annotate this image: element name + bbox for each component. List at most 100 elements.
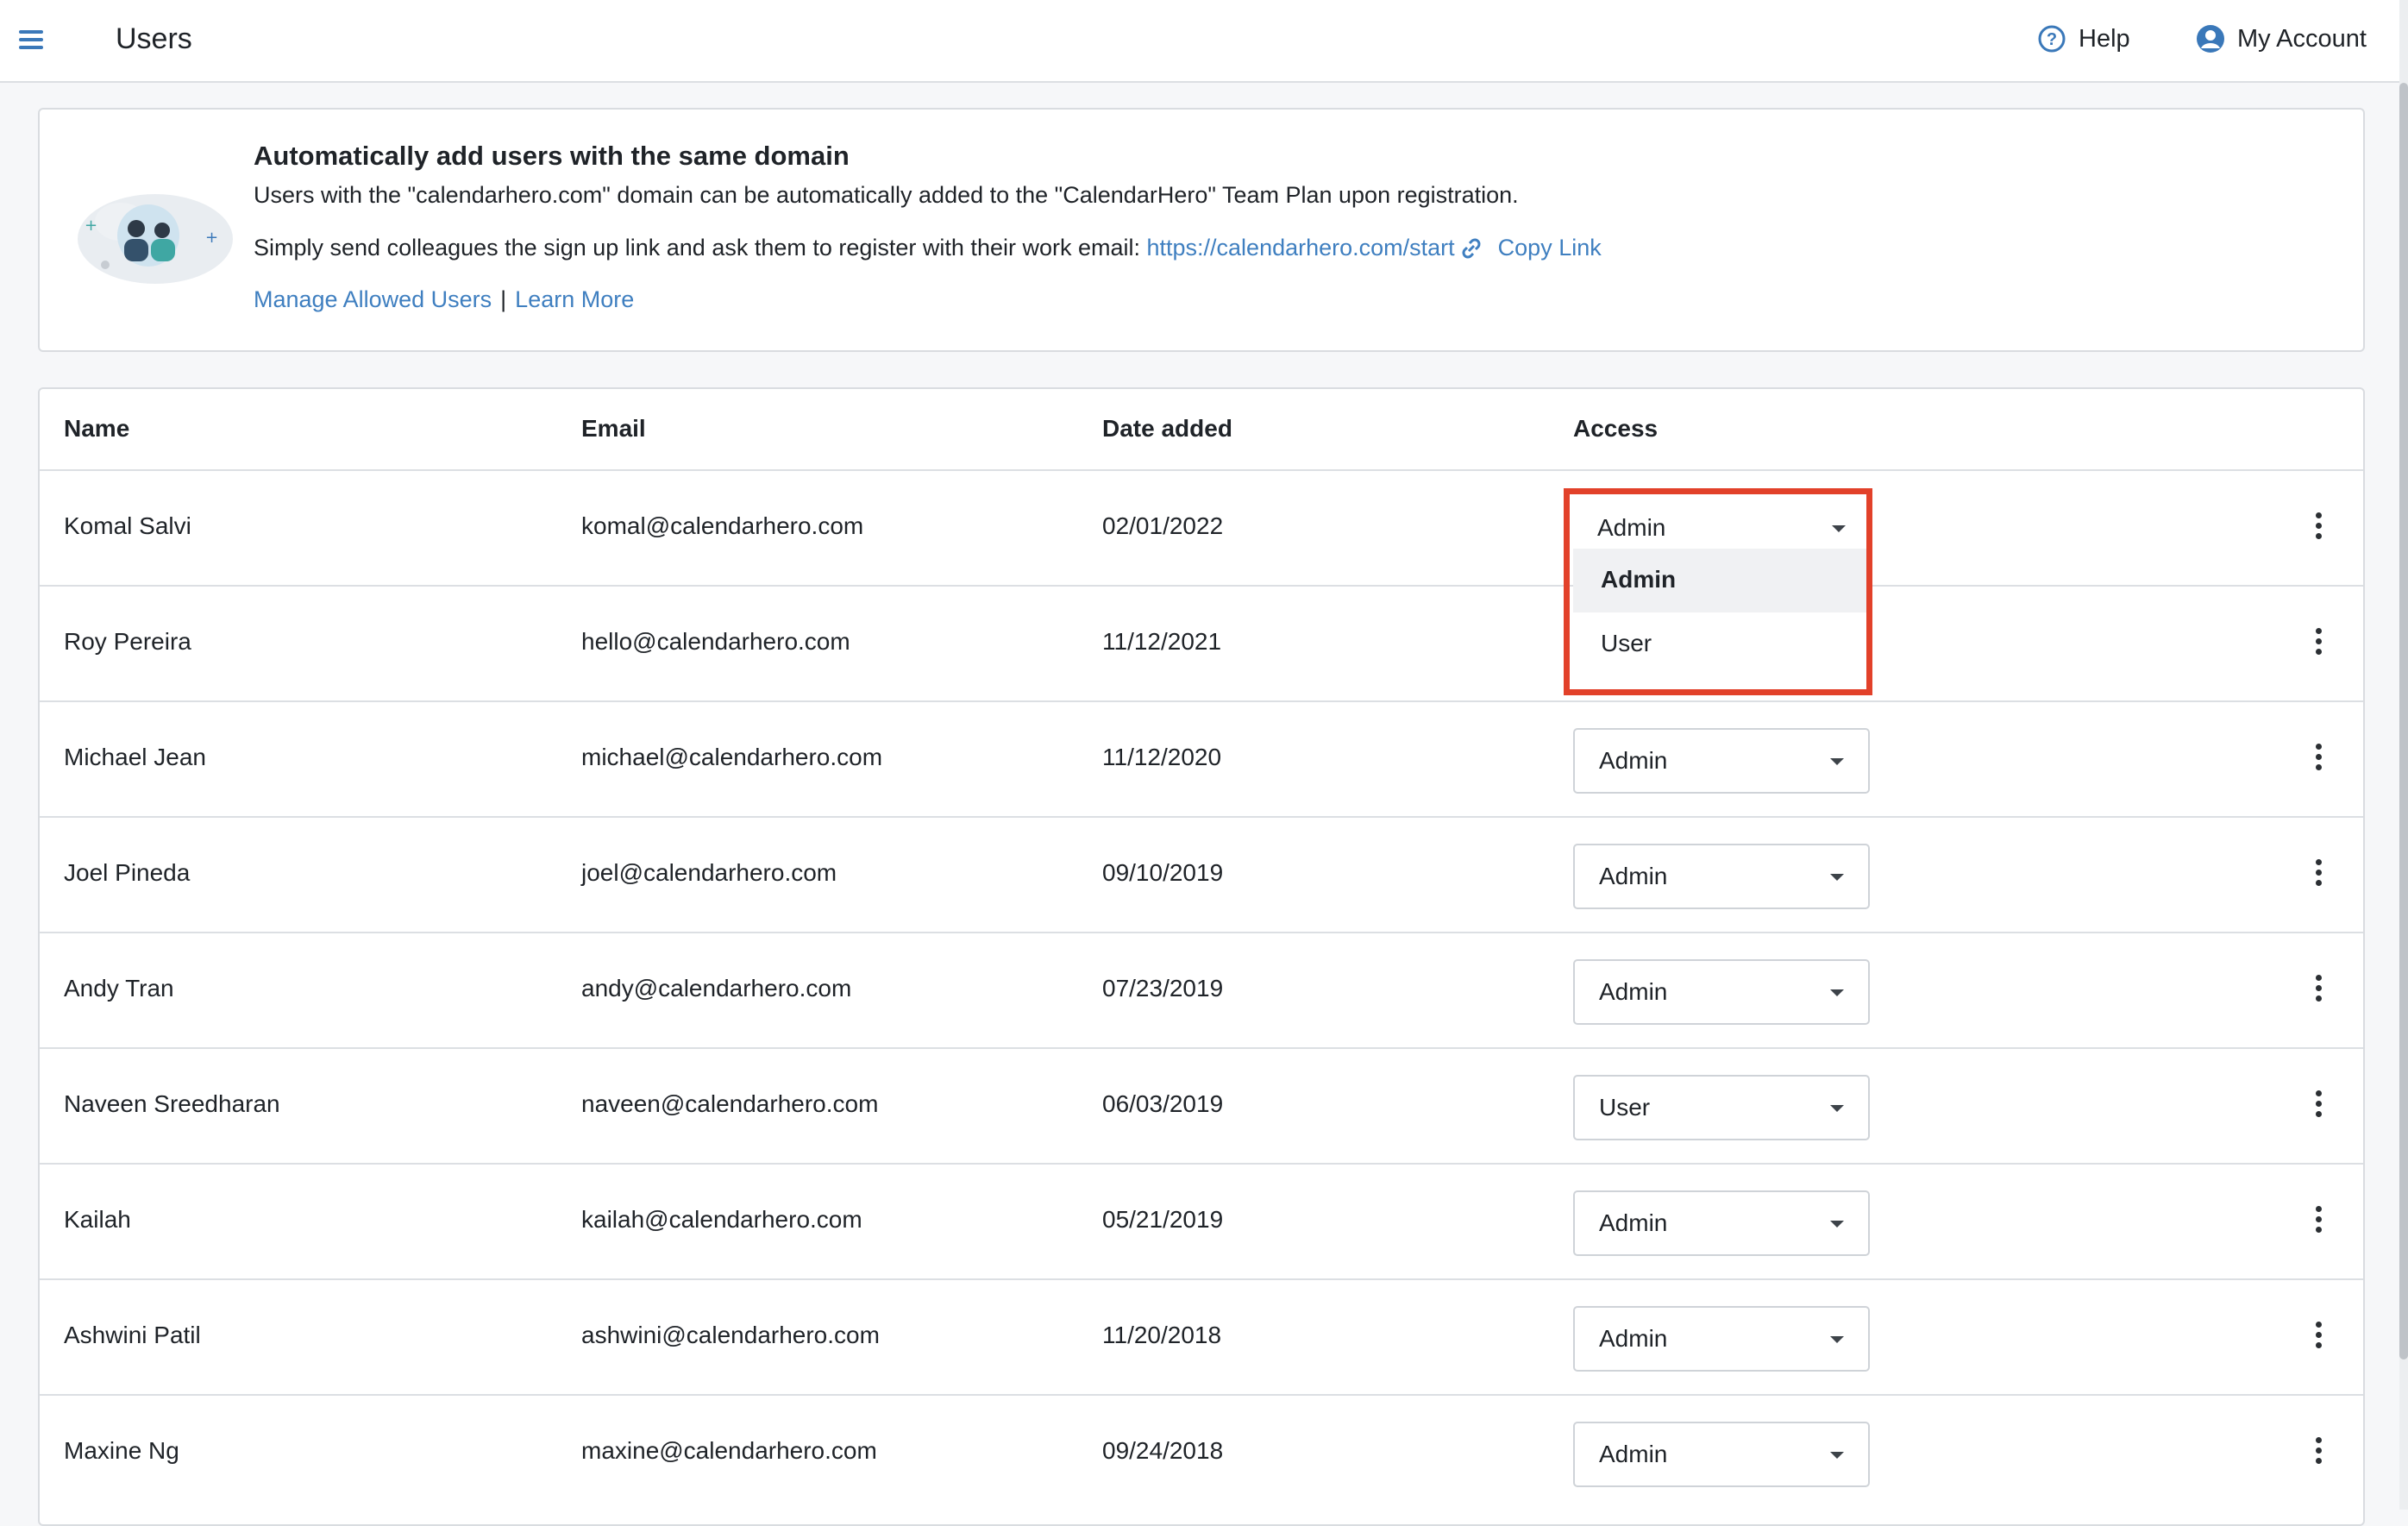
table-row: Joel Pineda joel@calendarhero.com 09/10/…: [40, 818, 2363, 933]
banner-title: Automatically add users with the same do…: [254, 141, 850, 171]
table-row: Roy Pereira hello@calendarhero.com 11/12…: [40, 587, 2363, 702]
table-row: Ashwini Patil ashwini@calendarhero.com 1…: [40, 1280, 2363, 1396]
user-email: komal@calendarhero.com: [581, 512, 864, 539]
user-email: hello@calendarhero.com: [581, 628, 850, 655]
help-label: Help: [2079, 24, 2130, 53]
hamburger-icon[interactable]: [19, 26, 52, 57]
user-name: Michael Jean: [64, 744, 206, 770]
banner-signup-instructions: Simply send colleagues the sign up link …: [254, 235, 1602, 261]
user-date-added: 07/23/2019: [1102, 975, 1224, 1002]
user-email: joel@calendarhero.com: [581, 859, 837, 886]
link-separator: |: [500, 286, 507, 312]
signup-url-link[interactable]: https://calendarhero.com/start: [1147, 235, 1455, 261]
user-date-added: 09/24/2018: [1102, 1437, 1224, 1464]
user-email: maxine@calendarhero.com: [581, 1437, 877, 1464]
learn-more-link[interactable]: Learn More: [515, 286, 634, 313]
chevron-down-icon: [1830, 1452, 1844, 1459]
more-options-icon[interactable]: [2308, 1090, 2329, 1125]
user-email: andy@calendarhero.com: [581, 975, 852, 1002]
table-row: Michael Jean michael@calendarhero.com 11…: [40, 702, 2363, 818]
svg-text:?: ?: [2047, 30, 2057, 49]
svg-text:+: +: [205, 229, 218, 247]
more-options-icon[interactable]: [2308, 512, 2329, 547]
my-account-button[interactable]: My Account: [2196, 24, 2367, 53]
my-account-label: My Account: [2237, 24, 2367, 53]
user-circle-icon: [2197, 25, 2224, 53]
column-header-email: Email: [581, 415, 646, 442]
scrollbar-thumb[interactable]: [2399, 83, 2408, 1360]
table-row: Maxine Ng maxine@calendarhero.com 09/24/…: [40, 1396, 2363, 1511]
user-date-added: 11/12/2021: [1102, 628, 1222, 655]
access-value: Admin: [1599, 978, 1668, 1005]
access-value: Admin: [1597, 514, 1666, 541]
access-select[interactable]: Admin: [1573, 1306, 1870, 1372]
help-button[interactable]: ? Help: [2037, 24, 2130, 53]
user-email: naveen@calendarhero.com: [581, 1090, 879, 1117]
user-name: Joel Pineda: [64, 859, 191, 886]
user-date-added: 09/10/2019: [1102, 859, 1224, 886]
user-name: Komal Salvi: [64, 512, 191, 539]
banner-links: Manage Allowed Users | Learn More: [254, 286, 634, 313]
link-icon: [1462, 238, 1481, 258]
copy-link-button[interactable]: Copy Link: [1498, 235, 1602, 261]
chevron-down-icon: [1832, 525, 1846, 532]
access-select[interactable]: Admin: [1573, 728, 1870, 794]
user-date-added: 05/21/2019: [1102, 1206, 1224, 1233]
column-header-date-added: Date added: [1102, 415, 1232, 442]
more-options-icon[interactable]: [2308, 1437, 2329, 1472]
more-options-icon[interactable]: [2308, 1206, 2329, 1240]
user-name: Ashwini Patil: [64, 1322, 201, 1348]
table-row: Komal Salvi komal@calendarhero.com 02/01…: [40, 471, 2363, 587]
access-select[interactable]: Admin: [1573, 959, 1870, 1025]
access-select[interactable]: User: [1573, 1075, 1870, 1140]
domain-banner: + + Automatically add users with the sam…: [38, 108, 2365, 352]
page-title: Users: [116, 22, 192, 55]
user-email: michael@calendarhero.com: [581, 744, 883, 770]
user-date-added: 11/12/2020: [1102, 744, 1222, 770]
access-value: Admin: [1599, 1441, 1668, 1467]
more-options-icon[interactable]: [2308, 628, 2329, 663]
svg-text:+: +: [85, 217, 97, 235]
table-row: Andy Tran andy@calendarhero.com 07/23/20…: [40, 933, 2363, 1049]
chevron-down-icon: [1830, 989, 1844, 996]
top-bar: Users ? Help My Account: [0, 0, 2408, 83]
scrollbar[interactable]: [2399, 0, 2408, 1510]
access-value: Admin: [1599, 1209, 1668, 1236]
table-row: Naveen Sreedharan naveen@calendarhero.co…: [40, 1049, 2363, 1165]
user-name: Andy Tran: [64, 975, 174, 1002]
chevron-down-icon: [1830, 758, 1844, 765]
access-select[interactable]: Admin: [1573, 1190, 1870, 1256]
user-date-added: 06/03/2019: [1102, 1090, 1224, 1117]
table-row: Kailah kailah@calendarhero.com 05/21/201…: [40, 1165, 2363, 1280]
access-select[interactable]: Admin: [1573, 1422, 1870, 1487]
more-options-icon[interactable]: [2308, 1322, 2329, 1356]
chevron-down-icon: [1830, 1336, 1844, 1343]
user-date-added: 11/20/2018: [1102, 1322, 1222, 1348]
user-name: Naveen Sreedharan: [64, 1090, 280, 1117]
more-options-icon[interactable]: [2308, 744, 2329, 778]
user-name: Maxine Ng: [64, 1437, 179, 1464]
access-value: Admin: [1599, 747, 1668, 774]
signup-instructions-text: Simply send colleagues the sign up link …: [254, 235, 1147, 261]
column-header-access: Access: [1573, 415, 1659, 442]
user-date-added: 02/01/2022: [1102, 512, 1224, 539]
access-value: User: [1599, 1094, 1651, 1121]
users-table: Name Email Date added Access Komal Salvi…: [38, 387, 2365, 1526]
more-options-icon[interactable]: [2308, 859, 2329, 894]
more-options-icon[interactable]: [2308, 975, 2329, 1009]
user-email: kailah@calendarhero.com: [581, 1206, 862, 1233]
access-value: Admin: [1599, 1325, 1668, 1352]
manage-allowed-users-link[interactable]: Manage Allowed Users: [254, 286, 492, 313]
dropdown-option-user[interactable]: User: [1573, 612, 1870, 676]
access-dropdown-menu: Admin User: [1573, 549, 1870, 687]
chevron-down-icon: [1830, 1221, 1844, 1228]
chevron-down-icon: [1830, 1105, 1844, 1112]
chevron-down-icon: [1830, 874, 1844, 881]
user-email: ashwini@calendarhero.com: [581, 1322, 880, 1348]
user-name: Kailah: [64, 1206, 131, 1233]
banner-description: Users with the "calendarhero.com" domain…: [254, 182, 1519, 208]
access-value: Admin: [1599, 863, 1668, 889]
access-select[interactable]: Admin: [1573, 844, 1870, 909]
dropdown-option-admin[interactable]: Admin: [1573, 549, 1870, 612]
table-header: Name Email Date added Access: [40, 389, 2363, 471]
